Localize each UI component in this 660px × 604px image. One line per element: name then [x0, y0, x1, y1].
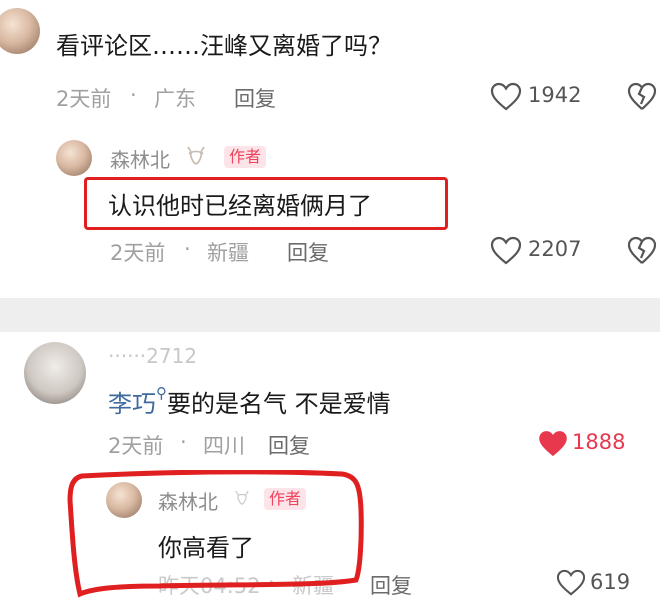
comment-location: 四川 [203, 434, 245, 458]
comment-text: 看评论区……汪峰又离婚了吗？ [56, 32, 392, 60]
like-count: 1888 [572, 430, 626, 454]
highlight-circle [67, 470, 364, 598]
deer-icon [187, 146, 205, 165]
mention-link[interactable]: 李巧 [108, 390, 156, 418]
author-username[interactable]: 森林北 [110, 144, 170, 173]
reply-button[interactable]: 回复 [234, 83, 276, 113]
reply-location: 新疆 [207, 241, 249, 265]
author-badge: 作者 [224, 146, 267, 168]
comment-card: 看评论区……汪峰又离婚了吗？ 2天前 · 广东 回复 1942 森林北 作者 认… [0, 0, 660, 298]
author-avatar[interactable] [56, 140, 92, 176]
heart-icon[interactable] [490, 82, 522, 112]
heart-icon[interactable] [490, 236, 522, 266]
meta-dot: · [184, 237, 191, 261]
meta-dot: · [130, 83, 137, 107]
reply-button[interactable]: 回复 [287, 237, 329, 267]
dislike-icon[interactable] [627, 82, 657, 112]
heart-filled-icon[interactable] [538, 430, 568, 458]
comment-location: 广东 [154, 87, 196, 111]
search-icon: ⚲ [156, 384, 167, 402]
comment-username[interactable]: ······2712 [108, 344, 197, 368]
comment-body: 要的是名气 不是爱情 [167, 390, 391, 418]
highlight-box [84, 177, 448, 230]
like-count: 2207 [528, 237, 582, 261]
meta-dot: · [180, 430, 187, 454]
reply-time: 2天前 [110, 241, 166, 265]
avatar[interactable] [0, 8, 40, 54]
dislike-icon[interactable] [627, 236, 657, 266]
like-count: 1942 [528, 83, 582, 107]
comment-time: 2天前 [108, 434, 164, 458]
comment-text: 李巧⚲要的是名气 不是爱情 [108, 384, 391, 419]
comment-time: 2天前 [56, 87, 112, 111]
avatar[interactable] [24, 342, 86, 404]
heart-icon[interactable] [556, 569, 586, 597]
reply-button[interactable]: 回复 [268, 430, 310, 460]
comment-card: ······2712 李巧⚲要的是名气 不是爱情 2天前 · 四川 回复 188… [0, 332, 660, 604]
like-count: 619 [590, 570, 631, 594]
